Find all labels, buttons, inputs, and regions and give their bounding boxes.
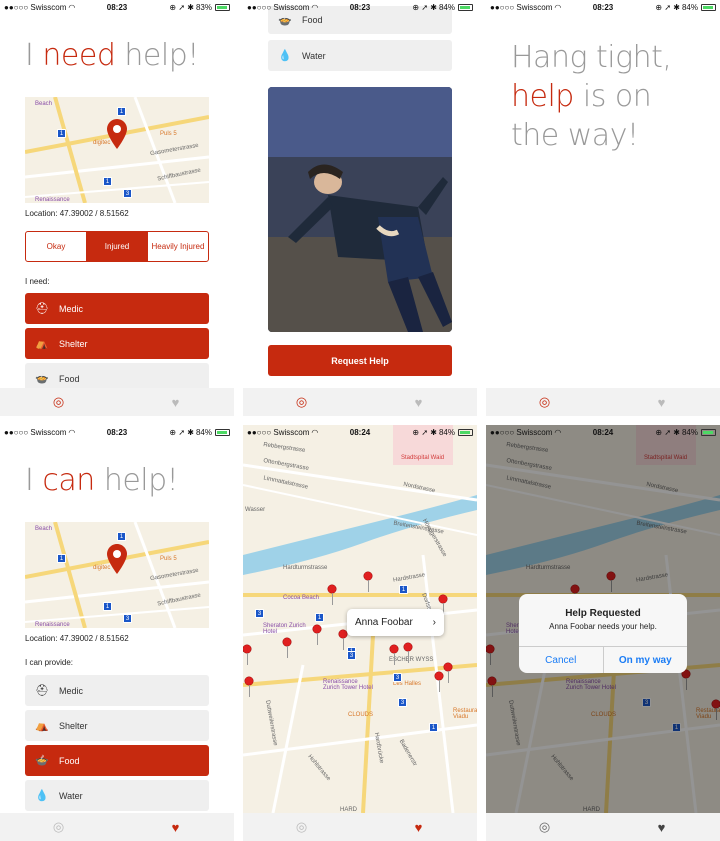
requests-map[interactable]: Rebbergstrasse Ottenbergstrasse Limmatta…: [243, 425, 477, 813]
heart-icon[interactable]: ♥: [117, 388, 234, 416]
injury-segmented-control[interactable]: Okay Injured Heavily Injured: [25, 231, 209, 262]
map-pin-icon: [107, 119, 127, 149]
map-pin-icon: [107, 544, 127, 574]
option-water[interactable]: 💧 Water: [268, 40, 452, 71]
lifebuoy-icon[interactable]: ◎: [0, 813, 117, 841]
cancel-button[interactable]: Cancel: [519, 647, 604, 673]
status-bar: ●●○○○ Swisscom ◠ 08:23 ⊕ ➚ ✱ 84%: [486, 0, 720, 14]
heart-icon[interactable]: ♥: [603, 388, 720, 416]
option-water[interactable]: 💧 Water: [25, 780, 209, 811]
shelter-icon: ⛺: [35, 720, 49, 732]
screen-i-need-help: ●●○○○ Swisscom ◠ 08:23 ⊕ ➚ ✱ 83% I need h…: [0, 0, 234, 416]
water-drop-icon: 💧: [278, 50, 292, 62]
location-text: Location: 47.39002 / 8.51562: [25, 209, 129, 218]
tab-bar: ◎ ♥: [486, 388, 720, 416]
heart-icon[interactable]: ♥: [360, 813, 477, 841]
shelter-icon: ⛺: [35, 338, 49, 350]
help-requested-alert: Help Requested Anna Foobar needs your he…: [519, 594, 687, 673]
heart-icon[interactable]: ♥: [360, 388, 477, 416]
heart-icon[interactable]: ♥: [603, 813, 720, 841]
provide-label: I can provide:: [25, 658, 74, 667]
need-label: I need:: [25, 277, 50, 286]
status-bar: ●●○○○ Swisscom ◠ 08:23 ⊕ ➚ ✱ 84%: [243, 0, 477, 14]
option-shelter[interactable]: ⛺ Shelter: [25, 710, 209, 741]
tab-bar: ◎ ♥: [0, 813, 234, 841]
annotation-callout[interactable]: Anna Foobar ›: [347, 609, 444, 636]
location-map[interactable]: 1113 Puls 5 digitec Gasometerstrasse Sch…: [25, 522, 209, 628]
food-icon: 🍲: [35, 373, 49, 385]
status-bar: ●●○○○ Swisscom ◠ 08:24 ⊕ ➚ ✱ 84%: [486, 425, 720, 439]
status-bar: ●●○○○ Swisscom ◠ 08:23 ⊕ ➚ ✱ 84%: [0, 425, 234, 439]
screen-help-map: ●●○○○ Swisscom ◠ 08:24 ⊕ ➚ ✱ 84% Rebbergs…: [243, 425, 477, 841]
request-help-button[interactable]: Request Help: [268, 345, 452, 376]
screen-request-photo: ●●○○○ Swisscom ◠ 08:23 ⊕ ➚ ✱ 84% 🍲 Food 💧 W…: [243, 0, 477, 416]
hang-tight-message: Hang tight, help is on the way!: [511, 40, 672, 153]
screen-help-requested-alert: ●●○○○ Swisscom ◠ 08:24 ⊕ ➚ ✱ 84% Rebbergs…: [486, 425, 720, 841]
lifebuoy-icon[interactable]: ◎: [243, 388, 360, 416]
injury-photo: [268, 87, 452, 332]
food-icon: 🍲: [278, 14, 292, 27]
option-medic[interactable]: ⛑ Medic: [25, 675, 209, 706]
water-drop-icon: 💧: [35, 790, 49, 802]
status-bar: ●●○○○ Swisscom ◠ 08:23 ⊕ ➚ ✱ 83%: [0, 0, 234, 14]
alert-message: Anna Foobar needs your help.: [549, 622, 657, 631]
chevron-right-icon: ›: [432, 617, 436, 628]
on-my-way-button[interactable]: On my way: [604, 647, 688, 673]
page-title: I can help!: [25, 463, 179, 498]
location-text: Location: 47.39002 / 8.51562: [25, 634, 129, 643]
alert-title: Help Requested: [565, 608, 641, 619]
location-map[interactable]: 1113 Puls 5 digitec Gasometerstrasse Sch…: [25, 97, 209, 203]
segment-okay[interactable]: Okay: [26, 232, 87, 261]
lifebuoy-icon[interactable]: ◎: [486, 388, 603, 416]
segment-injured[interactable]: Injured: [87, 232, 148, 261]
screen-i-can-help: ●●○○○ Swisscom ◠ 08:23 ⊕ ➚ ✱ 84% I can he…: [0, 425, 234, 841]
status-bar: ●●○○○ Swisscom ◠ 08:24 ⊕ ➚ ✱ 84%: [243, 425, 477, 439]
heart-icon[interactable]: ♥: [117, 813, 234, 841]
option-medic[interactable]: ⛑ Medic: [25, 293, 209, 324]
tab-bar: ◎ ♥: [243, 813, 477, 841]
medic-icon: ⛑: [35, 685, 49, 697]
food-icon: 🍲: [35, 755, 49, 767]
option-shelter[interactable]: ⛺ Shelter: [25, 328, 209, 359]
lifebuoy-icon[interactable]: ◎: [0, 388, 117, 416]
tab-bar: ◎ ♥: [486, 813, 720, 841]
option-food[interactable]: 🍲 Food: [25, 745, 209, 776]
tab-bar: ◎ ♥: [243, 388, 477, 416]
segment-heavily-injured[interactable]: Heavily Injured: [148, 232, 208, 261]
screen-hang-tight: ●●○○○ Swisscom ◠ 08:23 ⊕ ➚ ✱ 84% Hang tig…: [486, 0, 720, 416]
page-title: I need help!: [25, 38, 199, 73]
lifebuoy-icon[interactable]: ◎: [486, 813, 603, 841]
medic-icon: ⛑: [35, 303, 49, 315]
tab-bar: ◎ ♥: [0, 388, 234, 416]
lifebuoy-icon[interactable]: ◎: [243, 813, 360, 841]
